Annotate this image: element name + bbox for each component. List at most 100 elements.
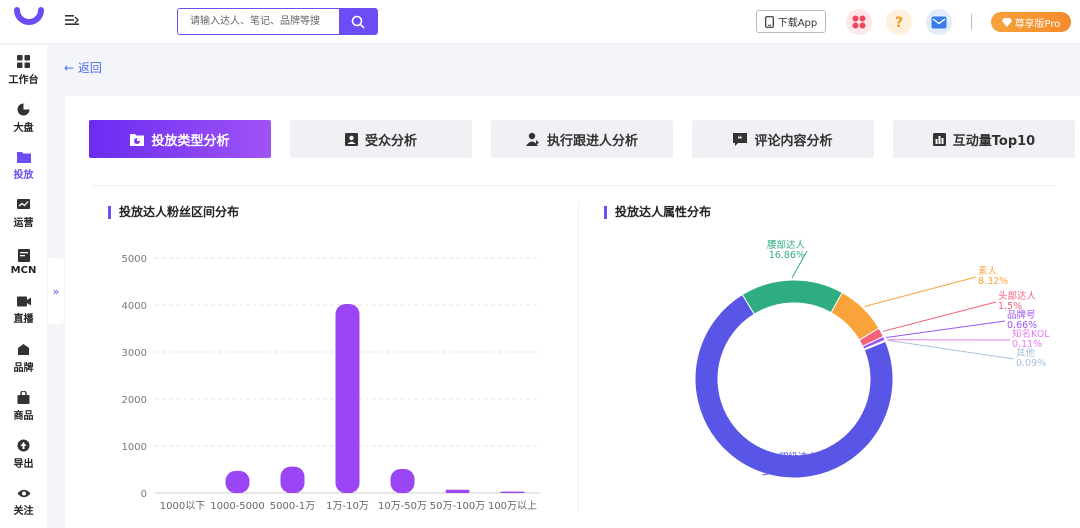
eye-icon: [17, 489, 30, 497]
phone-icon: [764, 15, 774, 28]
donut-slice: [741, 279, 843, 315]
leader-line: [886, 320, 1006, 338]
x-tick-label: 1万-10万: [326, 501, 369, 512]
sidebar-item-live[interactable]: 直播: [0, 288, 47, 332]
sidebar-item-label: MCN: [10, 264, 37, 276]
tab-audience[interactable]: 受众分析: [290, 120, 472, 158]
help-icon: ?: [895, 15, 903, 31]
download-app-button[interactable]: 下载App: [756, 10, 826, 33]
help-button[interactable]: ?: [886, 9, 912, 35]
sidebar-expand-button[interactable]: »: [48, 258, 64, 324]
user-icon: [525, 132, 539, 146]
search-button[interactable]: [339, 9, 377, 34]
slice-percent: 8.32%: [978, 276, 1008, 287]
sidebar-item-workbench[interactable]: 工作台: [0, 48, 47, 92]
sidebar-item-label: 工作台: [8, 74, 39, 86]
panel-divider: [578, 202, 579, 512]
bar: [335, 304, 360, 493]
sidebar-item-label: 投放: [13, 170, 34, 181]
slice-percent: 0.09%: [1016, 358, 1046, 369]
fans-distribution-title: 投放达人粉丝区间分布: [108, 206, 239, 219]
back-link[interactable]: ← 返回: [64, 59, 102, 76]
y-tick-label: 0: [141, 489, 147, 500]
analysis-card: 投放类型分析 受众分析 执行跟进人分析 ❝ 评论内容分析 互动量Top10 投放…: [65, 96, 1080, 528]
tab-label: 执行跟进人分析: [546, 133, 638, 149]
mail-icon: [931, 16, 947, 28]
section-divider: [93, 185, 1055, 186]
sidebar-item-brand[interactable]: 品牌: [0, 336, 47, 380]
x-tick-label: 5000-1万: [270, 501, 315, 512]
sidebar-item-operation[interactable]: 运营: [0, 192, 47, 236]
bar: [280, 466, 305, 493]
idcard-icon: [344, 132, 358, 146]
tab-comments[interactable]: ❝ 评论内容分析: [692, 120, 874, 158]
y-tick-label: 3000: [122, 348, 147, 359]
sidebar-item-market[interactable]: 大盘: [0, 96, 47, 140]
y-tick-label: 2000: [122, 395, 147, 406]
apps-button[interactable]: [846, 9, 872, 35]
trend-icon: [17, 199, 30, 209]
x-tick-label: 1000-5000: [210, 501, 265, 512]
x-tick-label: 50万-100万: [430, 501, 485, 512]
export-icon: [17, 439, 30, 451]
sidebar-item-label: 大盘: [13, 122, 34, 134]
leader-line: [864, 276, 977, 308]
barchart-icon: [932, 132, 946, 146]
y-tick-label: 5000: [122, 254, 147, 265]
sidebar-item-label: 运营: [13, 218, 34, 229]
attribute-donut-chart: 腰部达人16.86%素人8.32%头部达人1.5%品牌号0.66%知名KOL0.…: [694, 239, 1050, 479]
sidebar-item-follow[interactable]: 关注: [0, 480, 47, 524]
mail-button[interactable]: [926, 9, 952, 35]
menu-icon[interactable]: [64, 12, 80, 28]
top-bar: 下载App ? 尊享版Pro: [0, 0, 1080, 44]
leader-line: [887, 339, 1015, 360]
bag-icon: [17, 390, 30, 404]
sidebar-item-mcn[interactable]: MCN: [0, 240, 47, 284]
logo-icon[interactable]: [12, 6, 46, 36]
tab-label: 受众分析: [364, 133, 417, 149]
bar: [225, 470, 250, 493]
pie-icon: [17, 103, 30, 115]
fans-bar-chart: 0 1000 2000 3000 4000 5000 1000以下 1000-5000 5000…: [122, 254, 540, 512]
sidebar-item-label: 关注: [13, 505, 34, 517]
brand-icon: [18, 343, 29, 355]
slice-percent: 72.46%: [781, 462, 817, 473]
sidebar-item-label: 品牌: [13, 362, 34, 374]
sidebar-item-label: 商品: [13, 410, 34, 422]
bar: [500, 491, 525, 493]
tab-executor[interactable]: 执行跟进人分析: [491, 120, 673, 158]
tab-label: 评论内容分析: [754, 133, 833, 149]
diamond-icon: [1001, 17, 1012, 27]
svg-text:❝: ❝: [738, 134, 743, 143]
sidebar-item-export[interactable]: 导出: [0, 432, 47, 476]
attribute-distribution-title: 投放达人属性分布: [604, 206, 711, 219]
search-icon: [351, 15, 365, 29]
tab-bar: 投放类型分析 受众分析 执行跟进人分析 ❝ 评论内容分析 互动量Top10: [89, 120, 1079, 160]
search-input[interactable]: [178, 9, 339, 34]
pie-icon: [130, 133, 145, 146]
x-tick-label: 100万以上: [488, 500, 537, 512]
x-tick-label: 1000以下: [160, 501, 205, 512]
grid-icon: [17, 54, 30, 68]
sidebar: 工作台 大盘 投放 运营 MCN 直播 品牌 商品 导出 关注: [0, 45, 47, 528]
slice-percent: 16.86%: [769, 250, 805, 261]
svg-text:?: ?: [895, 15, 903, 31]
pro-button[interactable]: 尊享版Pro: [991, 12, 1071, 32]
sidebar-item-placement[interactable]: 投放: [0, 144, 47, 188]
tab-placement-type[interactable]: 投放类型分析: [89, 120, 271, 158]
search-box: [177, 8, 378, 35]
sidebar-item-label: 直播: [13, 313, 34, 325]
video-icon: [16, 296, 31, 306]
x-tick-label: 10万-50万: [378, 501, 427, 512]
tab-label: 互动量Top10: [952, 133, 1036, 149]
doc-icon: [17, 248, 30, 262]
header-divider: [971, 14, 972, 30]
bar: [390, 469, 415, 493]
download-app-label: 下载App: [777, 18, 818, 29]
pro-label: 尊享版Pro: [1014, 18, 1061, 30]
bar: [445, 489, 470, 493]
sidebar-item-goods[interactable]: 商品: [0, 384, 47, 428]
apps-icon: [852, 15, 866, 29]
tab-top10[interactable]: 互动量Top10: [893, 120, 1075, 158]
leader-line: [882, 301, 997, 332]
